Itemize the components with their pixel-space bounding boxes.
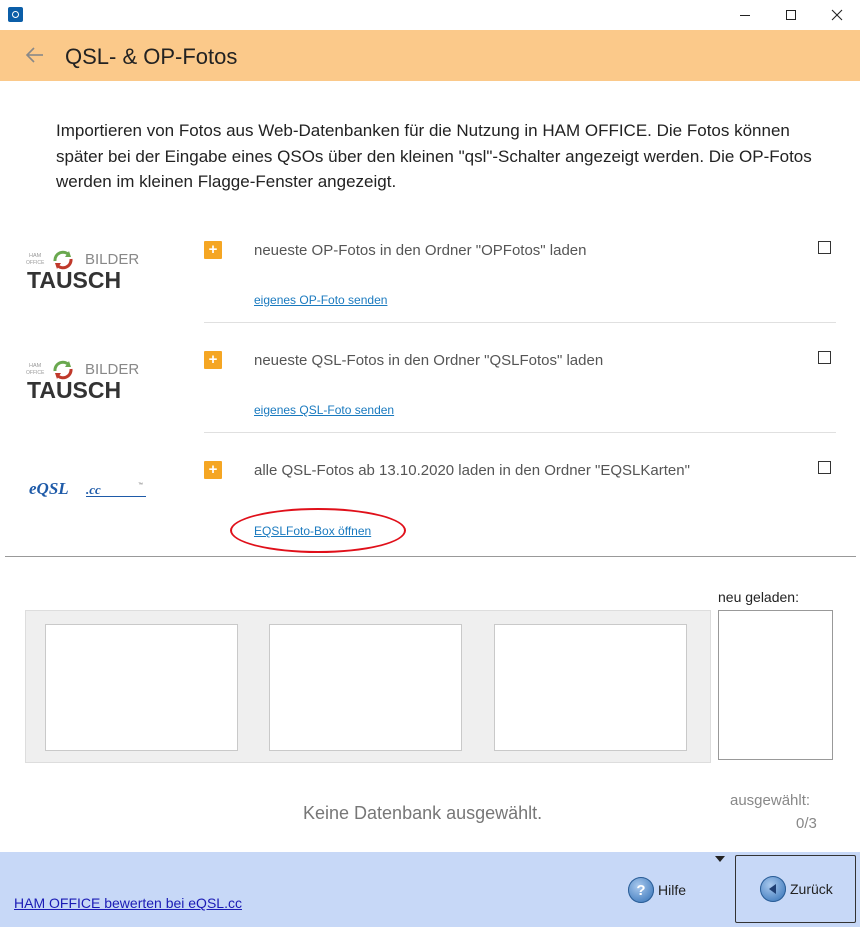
svg-text:TAUSCH: TAUSCH (27, 267, 121, 291)
help-icon: ? (628, 877, 654, 903)
status-message: Keine Datenbank ausgewählt. (303, 803, 543, 823)
source-description: neueste OP-Fotos in den Ordner "OPFotos"… (254, 242, 587, 259)
svg-text:BILDER: BILDER (85, 361, 139, 378)
photo-slot[interactable] (45, 624, 238, 751)
help-label: Hilfe (658, 882, 687, 898)
maximize-button[interactable] (768, 0, 814, 30)
source-checkbox[interactable] (818, 461, 831, 474)
expand-button[interactable]: + (204, 351, 222, 369)
back-circle-icon (760, 876, 786, 902)
minimize-icon (740, 15, 750, 16)
footer-bar (0, 852, 860, 927)
caret-down-icon[interactable] (715, 856, 725, 862)
eqsl-logo: eQSL .cc ™ (29, 479, 146, 498)
new-loaded-preview (718, 610, 833, 760)
photo-slot[interactable] (269, 624, 462, 751)
close-button[interactable] (814, 0, 860, 30)
back-arrow-icon[interactable] (24, 44, 46, 66)
expand-button[interactable]: + (204, 241, 222, 259)
svg-text:.cc: .cc (86, 482, 101, 497)
send-qsl-photo-link[interactable]: eigenes QSL-Foto senden (254, 403, 394, 417)
svg-text:HAM: HAM (29, 253, 42, 259)
minimize-button[interactable] (722, 0, 768, 30)
svg-text:eQSL: eQSL (29, 479, 69, 498)
page-title: QSL- & OP-Fotos (65, 44, 238, 69)
selected-label: ausgewählt: (730, 792, 811, 809)
svg-text:BILDER: BILDER (85, 251, 139, 268)
row-divider (204, 432, 836, 433)
new-loaded-label: neu geladen: (718, 589, 799, 605)
maximize-icon (786, 10, 796, 20)
send-op-photo-link[interactable]: eigenes OP-Foto senden (254, 293, 387, 307)
rate-link[interactable]: HAM OFFICE bewerten bei eQSL.cc (14, 895, 242, 911)
svg-text:HAM: HAM (29, 363, 42, 369)
source-checkbox[interactable] (818, 351, 831, 364)
svg-text:TAUSCH: TAUSCH (27, 377, 121, 401)
bildertausch-logo: HAM OFFICE BILDER TAUSCH (26, 360, 139, 401)
source-description: neueste QSL-Fotos in den Ordner "QSLFoto… (254, 352, 604, 369)
intro-text: Importieren von Fotos aus Web-Datenbanke… (56, 121, 812, 191)
help-button[interactable]: ? Hilfe (628, 870, 686, 910)
back-label: Zurück (790, 881, 833, 897)
svg-text:™: ™ (138, 482, 143, 488)
expand-button[interactable]: + (204, 461, 222, 479)
close-icon (831, 9, 843, 21)
source-description: alle QSL-Fotos ab 13.10.2020 laden in de… (254, 462, 690, 479)
svg-text:OFFICE: OFFICE (26, 370, 45, 376)
source-checkbox[interactable] (818, 241, 831, 254)
app-icon[interactable] (8, 7, 23, 22)
highlight-ellipse (230, 508, 406, 553)
selected-count: 0/3 (796, 815, 817, 832)
photo-slot[interactable] (494, 624, 687, 751)
bildertausch-logo: HAM OFFICE BILDER TAUSCH (26, 250, 139, 291)
back-button[interactable]: Zurück (735, 855, 856, 923)
svg-text:OFFICE: OFFICE (26, 260, 45, 266)
section-divider (5, 556, 856, 557)
row-divider (204, 322, 836, 323)
